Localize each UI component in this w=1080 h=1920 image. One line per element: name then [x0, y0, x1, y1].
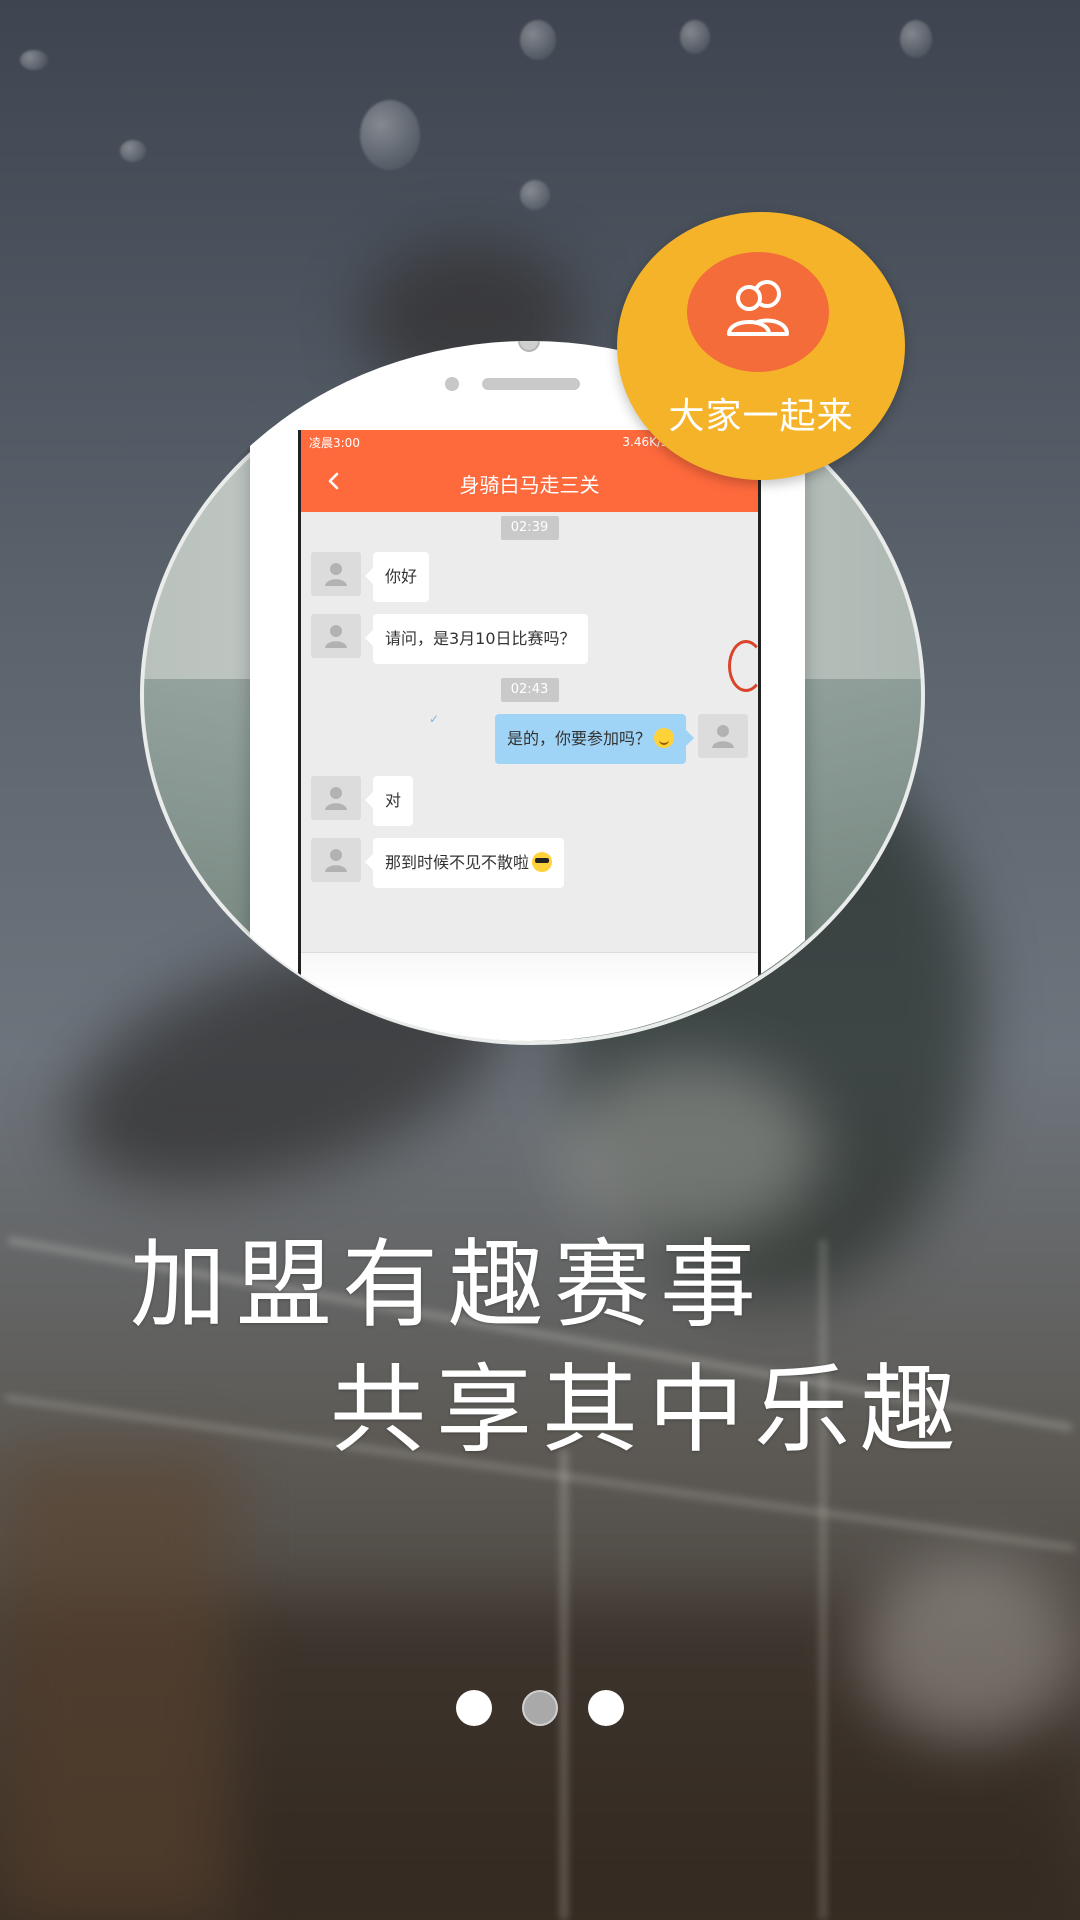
message-bubble-outgoing[interactable]: 是的，你要参加吗？ — [494, 714, 695, 764]
chat-timestamp: 02:43 — [500, 678, 559, 702]
avatar[interactable] — [311, 776, 361, 820]
headline-line-1: 加盟有趣赛事 — [130, 1229, 766, 1341]
message-bubble[interactable]: 你好 — [364, 552, 430, 602]
avatar[interactable] — [311, 838, 361, 882]
read-check-icon: ✓ — [429, 712, 440, 726]
user-icon — [712, 725, 734, 748]
message-row: 对 — [301, 776, 758, 826]
user-icon — [325, 787, 347, 810]
avatar[interactable] — [311, 552, 361, 596]
page-indicator — [0, 1690, 1080, 1726]
chat-timestamp: 02:39 — [500, 516, 559, 540]
page-dot[interactable] — [588, 1690, 624, 1726]
user-icon — [325, 849, 347, 872]
headline-line-2: 共享其中乐趣 — [330, 1354, 966, 1466]
status-time: 凌晨3:00 — [309, 435, 360, 450]
avatar[interactable] — [698, 714, 748, 758]
decoration-icon — [728, 640, 764, 692]
message-row: 是的，你要参加吗？ — [301, 714, 758, 764]
input-bar — [301, 952, 758, 990]
message-text: 是的，你要参加吗？ — [506, 729, 651, 748]
cool-emoji-icon — [532, 852, 553, 872]
avatar[interactable] — [311, 614, 361, 658]
page-dot[interactable] — [456, 1690, 492, 1726]
feature-badge: 大家一起来 — [617, 212, 905, 480]
chat-screen: 凌晨3:00 3.46K/s ⏰ ◠ ▟ 国家 身骑白马走三关 02:39 你好 — [298, 430, 761, 990]
message-bubble[interactable]: 对 — [364, 776, 414, 826]
badge-label: 大家一起来 — [668, 396, 854, 437]
message-bubble[interactable]: 请问，是3月10日比赛吗？ — [365, 614, 588, 664]
message-row: 请问，是3月10日比赛吗？ — [301, 614, 758, 664]
badge-icon-circle — [687, 252, 829, 372]
message-row: 你好 — [301, 552, 758, 602]
smile-emoji-icon — [654, 728, 674, 748]
phone-speaker — [482, 378, 580, 390]
people-icon — [727, 280, 789, 336]
back-arrow-icon[interactable] — [325, 472, 343, 490]
message-bubble[interactable]: 那到时候不见不散啦 — [364, 838, 565, 888]
user-icon — [325, 625, 347, 648]
chat-title: 身骑白马走三关 — [459, 472, 600, 497]
page-dot-active[interactable] — [522, 1690, 558, 1726]
message-row: 那到时候不见不散啦 — [301, 838, 758, 888]
message-text: 那到时候不见不散啦 — [385, 853, 530, 872]
phone-sensor — [445, 377, 459, 391]
user-icon — [325, 563, 347, 586]
